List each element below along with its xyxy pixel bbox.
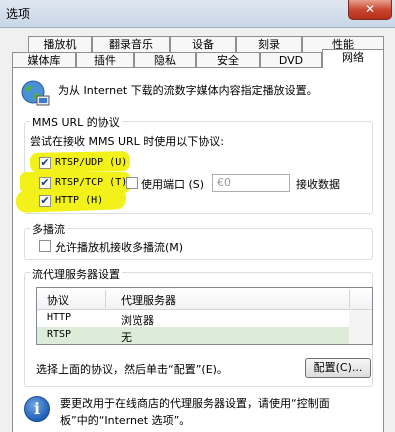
port-input[interactable]: €0 — [212, 174, 290, 192]
row-proxy-server: 无 — [121, 331, 132, 344]
footer-text-line2: 板”中的“Internet 选项”。 — [60, 414, 191, 427]
row-proxy-server: 浏览器 — [121, 314, 154, 327]
window-title: 选项 — [6, 7, 31, 21]
table-row[interactable]: HTTP 浏览器 — [37, 310, 349, 327]
column-header-protocol[interactable]: 协议 — [47, 292, 69, 308]
mms-group-title: MMS URL 的协议 — [30, 114, 122, 130]
tab-player[interactable]: 播放机 — [28, 36, 92, 53]
use-port-label: 使用端口 (S) — [141, 178, 205, 191]
rtsp-tcp-checkbox[interactable]: ✔ — [39, 177, 51, 189]
tab-rip-music[interactable]: 翻录音乐 — [92, 36, 170, 53]
rtsp-udp-label: RTSP/UDP (U) — [55, 157, 128, 168]
receive-data-label: 接收数据 — [296, 178, 340, 191]
rtsp-udp-checkbox[interactable]: ✔ — [39, 157, 51, 169]
close-button[interactable]: ✕ — [348, 0, 392, 20]
proxy-table-header: 协议 代理服务器 — [37, 288, 372, 310]
tab-network[interactable]: 网络 — [322, 49, 384, 68]
tab-devices[interactable]: 设备 — [170, 36, 236, 53]
proxy-table: 协议 代理服务器 HTTP 浏览器 RTSP 无 — [36, 287, 373, 345]
title-bar: 选项 ✕ — [0, 0, 395, 28]
column-header-proxy-server[interactable]: 代理服务器 — [121, 292, 176, 308]
allow-multicast-checkbox[interactable] — [39, 240, 51, 252]
row-protocol: HTTP — [47, 312, 72, 323]
tab-burn[interactable]: 刻录 — [236, 36, 302, 53]
footer-text-line1: 要更改用于在线商店的代理服务器设置，请使用“控制面 — [60, 397, 330, 410]
rtsp-tcp-label: RTSP/TCP (T) — [55, 177, 128, 188]
proxy-hint: 选择上面的协议，然后单击“配置”(E)。 — [36, 363, 228, 376]
info-icon: i — [24, 396, 50, 422]
use-port-checkbox[interactable] — [126, 177, 138, 189]
mms-instruction: 尝试在接收 MMS URL 时使用以下协议: — [30, 135, 224, 148]
row-protocol: RTSP — [47, 329, 72, 340]
close-icon[interactable]: ✕ — [365, 2, 375, 16]
column-divider — [105, 290, 106, 308]
proxy-group-title: 流代理服务器设置 — [30, 266, 122, 282]
multicast-group-title: 多播流 — [30, 221, 67, 237]
column-divider — [349, 290, 350, 308]
network-description: 为从 Internet 下载的流数字媒体内容指定播放设置。 — [58, 84, 318, 97]
configure-button[interactable]: 配置(C)... — [305, 358, 371, 378]
table-row[interactable]: RTSP 无 — [37, 327, 349, 344]
table-blank-area — [349, 310, 372, 344]
http-label: HTTP (H) — [55, 195, 104, 206]
allow-multicast-label: 允许播放机接收多播流(M) — [55, 241, 184, 254]
http-checkbox[interactable]: ✔ — [39, 195, 51, 207]
network-globe-icon — [21, 80, 50, 106]
